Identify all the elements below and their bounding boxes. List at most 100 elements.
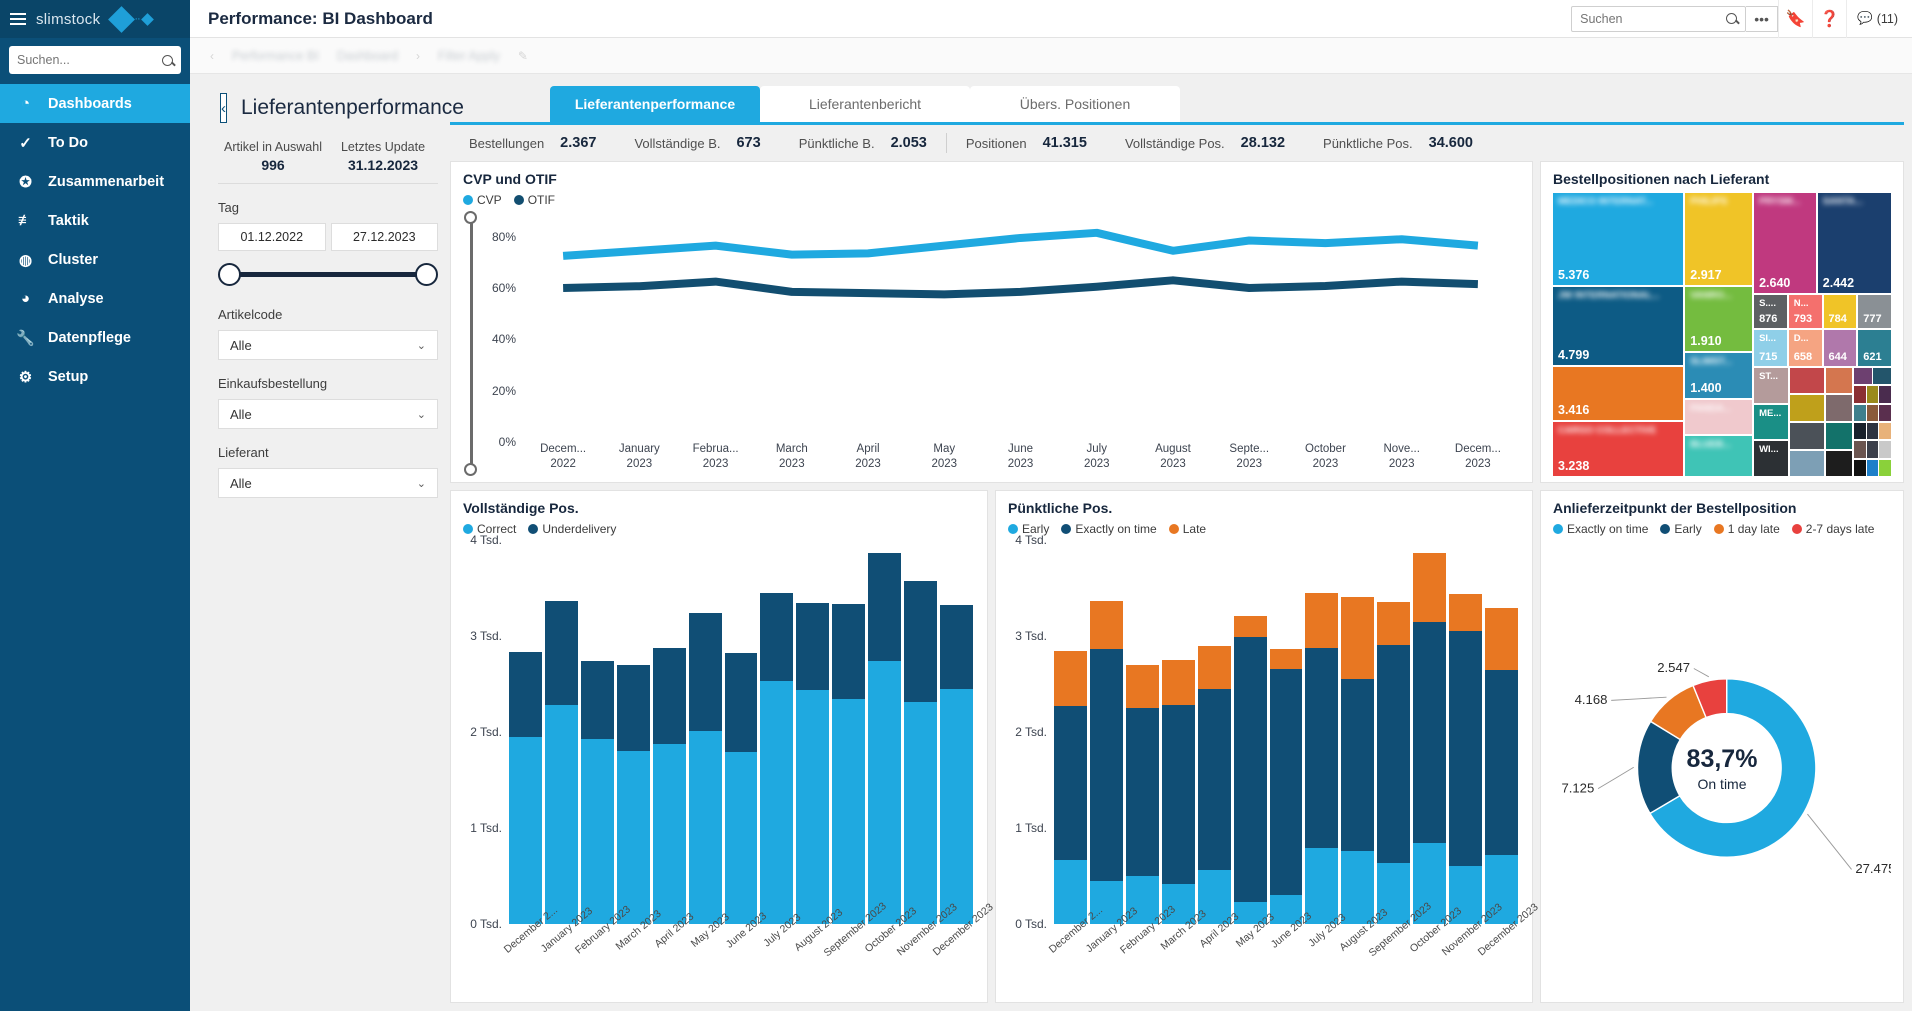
bar-column[interactable]: [617, 540, 650, 924]
treemap-cell[interactable]: PHILIPS2.917: [1685, 193, 1752, 285]
treemap-cell[interactable]: [1879, 405, 1891, 421]
sidebar-item-analyse[interactable]: ◕ Analyse: [0, 279, 190, 318]
bar-column[interactable]: [689, 540, 722, 924]
bar-column[interactable]: [868, 540, 901, 924]
treemap-cell[interactable]: D...658: [1789, 330, 1822, 366]
bar-column[interactable]: [1054, 540, 1087, 924]
treemap-cell[interactable]: [1854, 423, 1866, 439]
treemap-cell[interactable]: [1826, 423, 1852, 449]
treemap-cell[interactable]: [1854, 441, 1866, 457]
treemap-cell[interactable]: WI...: [1754, 441, 1788, 476]
treemap-cell[interactable]: [1879, 460, 1891, 476]
treemap-cell[interactable]: [1854, 460, 1866, 476]
hamburger-menu-icon[interactable]: [10, 13, 26, 25]
sidebar-item-zusammenarbeit[interactable]: ✪ Zusammenarbeit: [0, 162, 190, 201]
bar-column[interactable]: [1198, 540, 1231, 924]
treemap-cell[interactable]: [1867, 460, 1879, 476]
more-options-button[interactable]: •••: [1746, 6, 1778, 32]
treemap-cell[interactable]: 777: [1858, 295, 1891, 328]
treemap-cell[interactable]: [1854, 368, 1872, 384]
global-search[interactable]: [1571, 6, 1746, 32]
bar-column[interactable]: [509, 540, 542, 924]
chat-icon[interactable]: 💬 (11): [1846, 0, 1912, 38]
treemap-cell[interactable]: ST...: [1754, 368, 1788, 403]
legend-item-late[interactable]: Late: [1169, 522, 1206, 536]
treemap-cell[interactable]: SLIMST...1.400: [1685, 353, 1752, 397]
lieferant-select[interactable]: Alle ⌄: [218, 468, 438, 498]
sidebar-item-setup[interactable]: ⚙ Setup: [0, 357, 190, 396]
treemap-cell[interactable]: PRYSM...2.640: [1754, 193, 1816, 293]
legend-item-exactly-on-time[interactable]: Exactly on time: [1061, 522, 1156, 536]
treemap-cell[interactable]: 784: [1824, 295, 1857, 328]
treemap-cell[interactable]: [1867, 405, 1879, 421]
breadcrumb-item-redacted[interactable]: Dashboard: [337, 49, 398, 63]
date-from-field[interactable]: 01.12.2022: [218, 223, 326, 251]
einkaufsbestellung-select[interactable]: Alle ⌄: [218, 399, 438, 429]
slider-handle-left[interactable]: [218, 263, 241, 286]
treemap-cell[interactable]: SANTA...2.442: [1818, 193, 1891, 293]
bar-column[interactable]: [1449, 540, 1482, 924]
bar-column[interactable]: [1377, 540, 1410, 924]
treemap-cell[interactable]: [1867, 423, 1879, 439]
bar-column[interactable]: [545, 540, 578, 924]
help-icon[interactable]: ❓: [1812, 0, 1846, 38]
breadcrumb-item-redacted[interactable]: Performance BI: [232, 49, 319, 63]
bar-column[interactable]: [1305, 540, 1338, 924]
treemap-cell[interactable]: S....876: [1754, 295, 1787, 328]
legend-item-early[interactable]: Early: [1660, 522, 1701, 536]
tab-lieferantenperformance[interactable]: Lieferantenperformance: [550, 86, 760, 122]
bar-column[interactable]: [725, 540, 758, 924]
sidebar-item-taktik[interactable]: ≢ Taktik: [0, 201, 190, 240]
bar-column[interactable]: [1234, 540, 1267, 924]
bar-column[interactable]: [796, 540, 829, 924]
treemap-cell[interactable]: [1879, 386, 1891, 402]
sidebar-item-cluster[interactable]: ◍ Cluster: [0, 240, 190, 279]
bar-column[interactable]: [1270, 540, 1303, 924]
treemap-cell[interactable]: [1873, 368, 1891, 384]
treemap-cell[interactable]: SI...715: [1754, 330, 1787, 366]
date-range-slider[interactable]: [218, 257, 438, 291]
treemap-cell[interactable]: [1879, 441, 1891, 457]
global-search-input[interactable]: [1580, 12, 1720, 26]
bar-column[interactable]: [1126, 540, 1159, 924]
treemap-cell[interactable]: [1790, 395, 1824, 421]
breadcrumb-filter-redacted[interactable]: Filter Apply: [438, 49, 500, 63]
treemap-cell[interactable]: [1879, 423, 1891, 439]
treemap-cell[interactable]: [1790, 423, 1824, 449]
sidebar-item-dashboards[interactable]: ◔ Dashboards: [0, 84, 190, 123]
sidebar-search-input[interactable]: [17, 53, 162, 67]
bar-column[interactable]: [1485, 540, 1518, 924]
treemap-cell[interactable]: [1826, 451, 1852, 477]
bar-column[interactable]: [1090, 540, 1123, 924]
sidebar-item-todo[interactable]: ✓ To Do: [0, 123, 190, 162]
bar-column[interactable]: [653, 540, 686, 924]
treemap-cell[interactable]: 621: [1858, 330, 1891, 366]
bar-column[interactable]: [940, 540, 973, 924]
treemap-cell[interactable]: [1826, 368, 1852, 394]
treemap-cell[interactable]: 644: [1824, 330, 1857, 366]
legend-item-underdelivery[interactable]: Underdelivery: [528, 522, 616, 536]
scrollbar-handle-bottom[interactable]: [464, 463, 477, 476]
treemap-cell[interactable]: 3.416: [1553, 367, 1683, 421]
treemap-cell[interactable]: [1854, 386, 1866, 402]
tab-lieferantenbericht[interactable]: Lieferantenbericht: [760, 86, 970, 122]
treemap-cell[interactable]: N...793: [1789, 295, 1822, 328]
treemap-cell[interactable]: ME...: [1754, 405, 1788, 440]
slider-handle-right[interactable]: [415, 263, 438, 286]
treemap-cell[interactable]: VANRO...1.910: [1685, 287, 1752, 351]
treemap-cell[interactable]: JW INTERNATIONAL...4.799: [1553, 287, 1683, 365]
bar-column[interactable]: [1413, 540, 1446, 924]
date-to-field[interactable]: 27.12.2023: [331, 223, 439, 251]
legend-item-2-7-days-late[interactable]: 2-7 days late: [1792, 522, 1875, 536]
treemap-cell[interactable]: [1826, 395, 1852, 421]
treemap-cell[interactable]: MEDICO INTERNAT...5.376: [1553, 193, 1683, 285]
treemap-cell[interactable]: [1854, 405, 1866, 421]
treemap-cell[interactable]: [1867, 386, 1879, 402]
sidebar-item-datenpflege[interactable]: 🔧 Datenpflege: [0, 318, 190, 357]
sidebar-search[interactable]: [9, 46, 181, 74]
treemap-cell[interactable]: PANDA...: [1685, 400, 1752, 435]
legend-item-cvp[interactable]: CVP: [463, 193, 502, 207]
bar-column[interactable]: [1341, 540, 1374, 924]
bar-column[interactable]: [904, 540, 937, 924]
tab-uebers-positionen[interactable]: Übers. Positionen: [970, 86, 1180, 122]
